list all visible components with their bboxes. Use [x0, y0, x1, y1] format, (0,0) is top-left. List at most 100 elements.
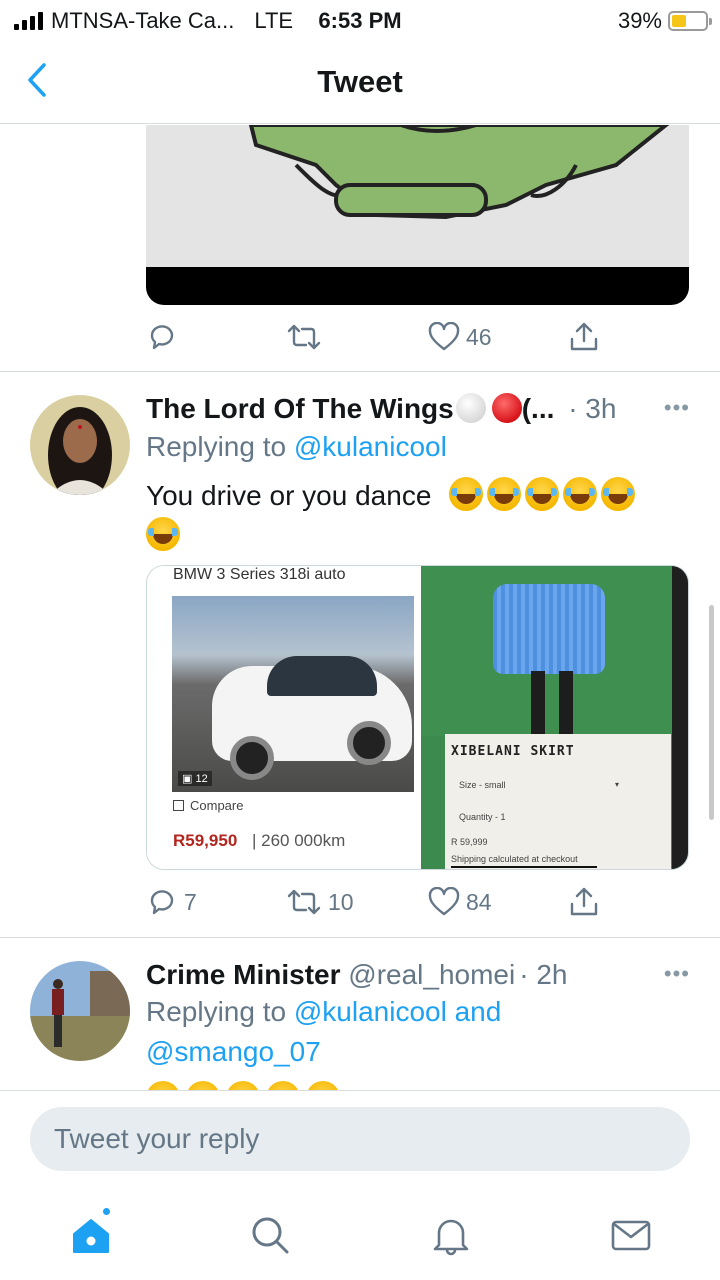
reply-count: 7 — [184, 888, 197, 915]
emoji-row-clipped — [146, 1081, 346, 1090]
bell-icon — [433, 1219, 469, 1256]
tweet-header: Crime Minister @real_homei · 2h — [146, 959, 700, 991]
reply-input[interactable] — [30, 1107, 690, 1171]
dropdown-icon: ▾ — [615, 780, 620, 789]
laughing-emoji — [449, 477, 484, 511]
laughing-emoji — [487, 477, 522, 511]
like-count: 84 — [466, 888, 492, 915]
more-options-icon[interactable]: ••• — [664, 395, 690, 421]
reply-button[interactable]: 7 — [146, 882, 197, 922]
reply-icon — [150, 890, 174, 915]
home-icon — [73, 1219, 109, 1253]
tab-messages[interactable] — [606, 1210, 656, 1260]
replying-to: Replying to @kulanicool and — [146, 996, 501, 1028]
laughing-emoji — [601, 477, 636, 511]
battery-percent: 39% — [617, 8, 662, 33]
tweet-time: · 2h — [519, 959, 568, 990]
product-price: R 59,999 — [451, 837, 488, 847]
product-size: Size - small ▾ — [459, 780, 619, 790]
laughing-emoji — [525, 477, 560, 511]
nav-bar: Tweet — [0, 40, 720, 124]
carrier-name: MTNSA-Take Ca... — [51, 8, 235, 33]
display-name[interactable]: Crime Minister — [146, 959, 341, 990]
tweet-time: · 3h — [568, 393, 617, 424]
retweet-count: 10 — [328, 888, 354, 915]
white-circle-emoji — [455, 393, 486, 423]
replying-and: and — [446, 996, 502, 1027]
tab-search[interactable] — [245, 1210, 295, 1260]
user-handle[interactable]: @real_homei — [348, 959, 515, 990]
retweet-button[interactable]: 10 — [286, 882, 354, 922]
photo-count: ▣ 12 — [178, 771, 212, 786]
tweet-body: You drive or you dance — [146, 480, 432, 511]
car-listing-image[interactable]: BMW 3 Series 318i auto ▣ 12 Compare R59,… — [147, 566, 417, 869]
display-name-truncated: (... — [521, 393, 555, 424]
notification-dot — [101, 1206, 112, 1217]
replying-to-2: @smango_07 — [146, 1036, 321, 1068]
product-title: XIBELANI SKIRT — [451, 744, 575, 759]
frog-drawing-image — [146, 125, 689, 267]
laughing-emoji — [563, 477, 598, 511]
like-count: 46 — [466, 323, 492, 350]
replying-to-label: Replying to — [146, 996, 294, 1027]
network-type: LTE — [254, 8, 294, 33]
car-listing-title: BMW 3 Series 318i auto — [173, 566, 346, 583]
signal-icon — [14, 12, 43, 30]
skirt-listing-image[interactable]: XIBELANI SKIRT Size - small ▾ Quantity - … — [421, 566, 688, 869]
avatar[interactable] — [30, 961, 130, 1061]
like-button[interactable]: 84 — [428, 882, 492, 922]
tweet-actions: 7 10 84 — [146, 882, 626, 922]
search-icon — [252, 1217, 289, 1254]
heart-icon — [428, 887, 460, 916]
share-button[interactable] — [568, 882, 600, 922]
product-quantity: Quantity - 1 — [459, 812, 506, 822]
status-bar: MTNSA-Take Ca... LTE 6:53 PM 39% — [0, 0, 720, 40]
shipping-note: Shipping calculated at checkout — [451, 854, 578, 864]
avatar-photo — [30, 961, 130, 1061]
car-price: R59,950 — [173, 831, 238, 850]
mention-link[interactable]: @smango_07 — [146, 1036, 321, 1067]
car-mileage: | 260 000km — [252, 831, 346, 850]
tweet-text: You drive or you dance — [146, 477, 676, 553]
tweet-media-image[interactable] — [146, 125, 689, 305]
replying-to: Replying to @kulanicool — [146, 431, 447, 463]
tab-notifications[interactable] — [426, 1210, 476, 1260]
chevron-left-icon — [28, 63, 46, 97]
share-button[interactable] — [568, 317, 600, 357]
avatar-photo — [30, 395, 130, 495]
product-panel: XIBELANI SKIRT Size - small ▾ Quantity - … — [445, 734, 671, 869]
tweet-actions: 46 — [146, 317, 626, 357]
avatar[interactable] — [30, 395, 130, 495]
retweet-button[interactable] — [286, 317, 322, 357]
tweet-divider — [0, 937, 720, 938]
display-name[interactable]: The Lord Of The Wings — [146, 393, 454, 424]
heart-icon — [428, 322, 460, 351]
scrollbar[interactable] — [709, 605, 714, 820]
tab-bar — [0, 1190, 720, 1280]
battery-icon — [668, 11, 712, 31]
laughing-emoji — [146, 517, 180, 551]
mail-icon — [611, 1220, 651, 1251]
replying-to-label: Replying to — [146, 431, 294, 462]
reply-button[interactable] — [146, 317, 178, 357]
product-size-value: Size - small — [459, 780, 506, 790]
photo-count-value: 12 — [195, 773, 208, 785]
page-title: Tweet — [317, 64, 403, 99]
like-button[interactable]: 46 — [428, 317, 492, 357]
compare-checkbox: Compare — [173, 798, 243, 813]
reply-composer — [0, 1090, 720, 1190]
tweet-divider — [0, 371, 720, 372]
tweet-thread[interactable]: 46 The Lord Of The Wings (... · 3h ••• Re… — [0, 125, 720, 1090]
red-circle-emoji — [491, 393, 522, 423]
reply-icon — [150, 325, 174, 350]
back-button[interactable] — [22, 60, 52, 100]
more-options-icon[interactable]: ••• — [664, 961, 690, 987]
mention-link[interactable]: @kulanicool — [294, 431, 447, 462]
retweet-icon — [287, 324, 321, 350]
mention-link[interactable]: @kulanicool — [294, 996, 447, 1027]
tab-home[interactable] — [66, 1206, 116, 1260]
car-photo: ▣ 12 — [172, 596, 414, 792]
retweet-icon — [287, 889, 321, 915]
tweet-header: The Lord Of The Wings (... · 3h — [146, 393, 700, 425]
tweet-media-card[interactable]: BMW 3 Series 318i auto ▣ 12 Compare R59,… — [146, 565, 689, 870]
